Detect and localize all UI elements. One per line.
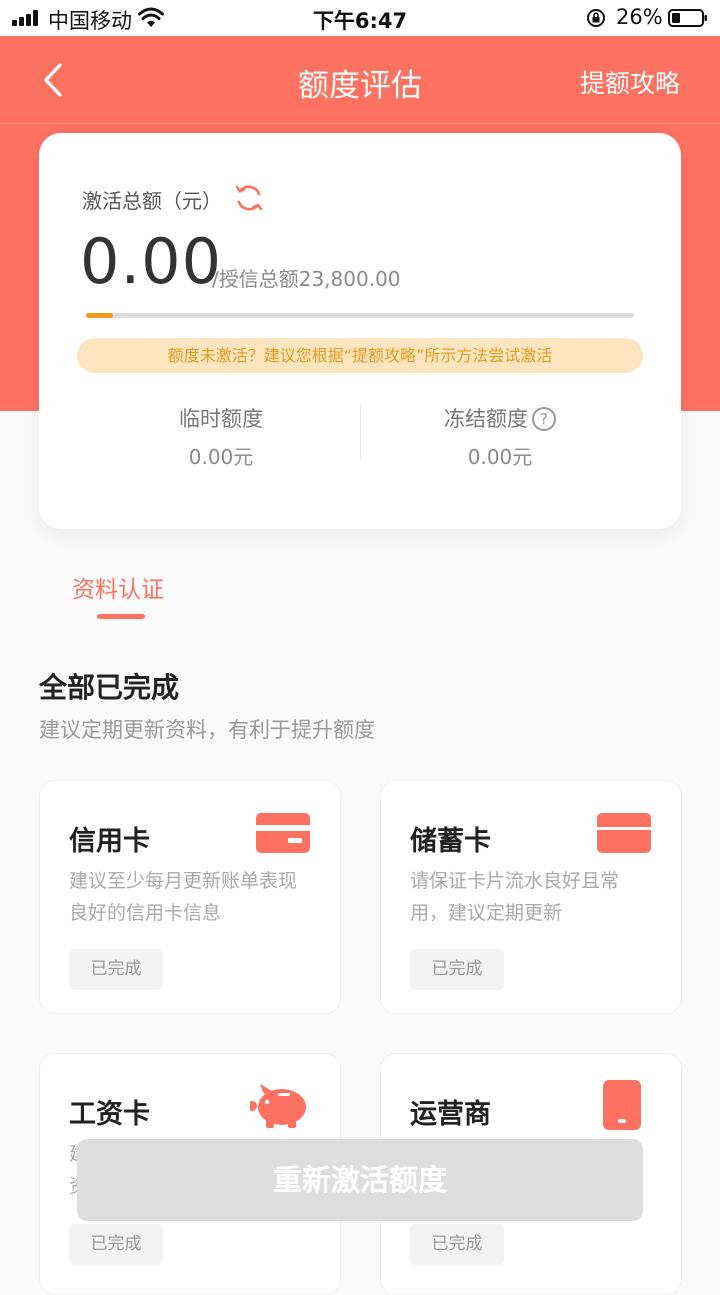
orientation-lock-icon — [587, 9, 605, 27]
temp-credit-label: 临时额度 — [179, 407, 263, 431]
frozen-credit-label: 冻结额度 — [444, 407, 528, 431]
status-badge: 已完成 — [69, 1224, 163, 1265]
battery-percent: 26% — [616, 5, 663, 29]
item-card-debit-card[interactable]: 储蓄卡 请保证卡片流水良好且常用，建议定期更新 已完成 — [380, 780, 682, 1014]
activated-amount: 0.00 — [80, 225, 223, 298]
phone-icon — [603, 1080, 641, 1130]
item-name: 运营商 — [410, 1099, 491, 1130]
temp-credit-stat: 临时额度 0.00元 — [96, 403, 346, 470]
clock: 下午6:47 — [312, 9, 408, 33]
stat-divider — [360, 403, 361, 461]
credit-card-icon — [256, 813, 310, 853]
status-badge: 已完成 — [69, 949, 163, 990]
item-description: 建议至少每月更新账单表现良好的信用卡信息 — [69, 870, 298, 924]
item-name: 储蓄卡 — [410, 826, 491, 857]
item-name: 工资卡 — [69, 1099, 150, 1130]
tab-verification[interactable]: 资料认证 — [72, 570, 164, 604]
activation-progress — [86, 313, 634, 318]
status-bar: 中国移动 下午6:47 26% — [0, 0, 720, 36]
item-description: 请保证卡片流水良好且常用，建议定期更新 — [410, 870, 620, 924]
temp-credit-value: 0.00元 — [188, 445, 254, 469]
piggy-bank-icon — [250, 1084, 306, 1128]
frozen-credit-value: 0.00元 — [467, 445, 533, 469]
item-card-credit-card[interactable]: 信用卡 建议至少每月更新账单表现良好的信用卡信息 已完成 — [39, 780, 341, 1014]
debit-card-icon — [597, 813, 651, 853]
nav-bar: 额度评估 提额攻略 — [0, 36, 720, 124]
refresh-icon[interactable] — [234, 183, 264, 213]
tab-underline — [97, 614, 145, 619]
status-badge: 已完成 — [410, 949, 504, 990]
frozen-credit-stat: 冻结额度? 0.00元 — [375, 403, 625, 470]
help-icon[interactable]: ? — [532, 407, 556, 431]
activation-progress-fill — [86, 313, 114, 318]
reactivate-credit-button[interactable]: 重新激活额度 — [77, 1139, 643, 1221]
credit-summary-card: 激活总额（元） 0.00 /授信总额23,800.00 额度未激活？建议您根据“… — [39, 133, 681, 529]
status-badge: 已完成 — [410, 1224, 504, 1265]
nav-divider — [0, 123, 720, 124]
battery-icon — [668, 9, 707, 27]
section-title: 全部已完成 — [39, 671, 180, 704]
item-name: 信用卡 — [69, 826, 150, 857]
activation-tip: 额度未激活？建议您根据“提额攻略”所示方法尝试激活 — [77, 338, 643, 373]
credit-strategy-link[interactable]: 提额攻略 — [580, 64, 680, 100]
activated-total-label: 激活总额（元） — [82, 189, 222, 213]
section-subtitle: 建议定期更新资料，有利于提升额度 — [39, 718, 375, 742]
total-credit: /授信总额23,800.00 — [212, 267, 401, 291]
